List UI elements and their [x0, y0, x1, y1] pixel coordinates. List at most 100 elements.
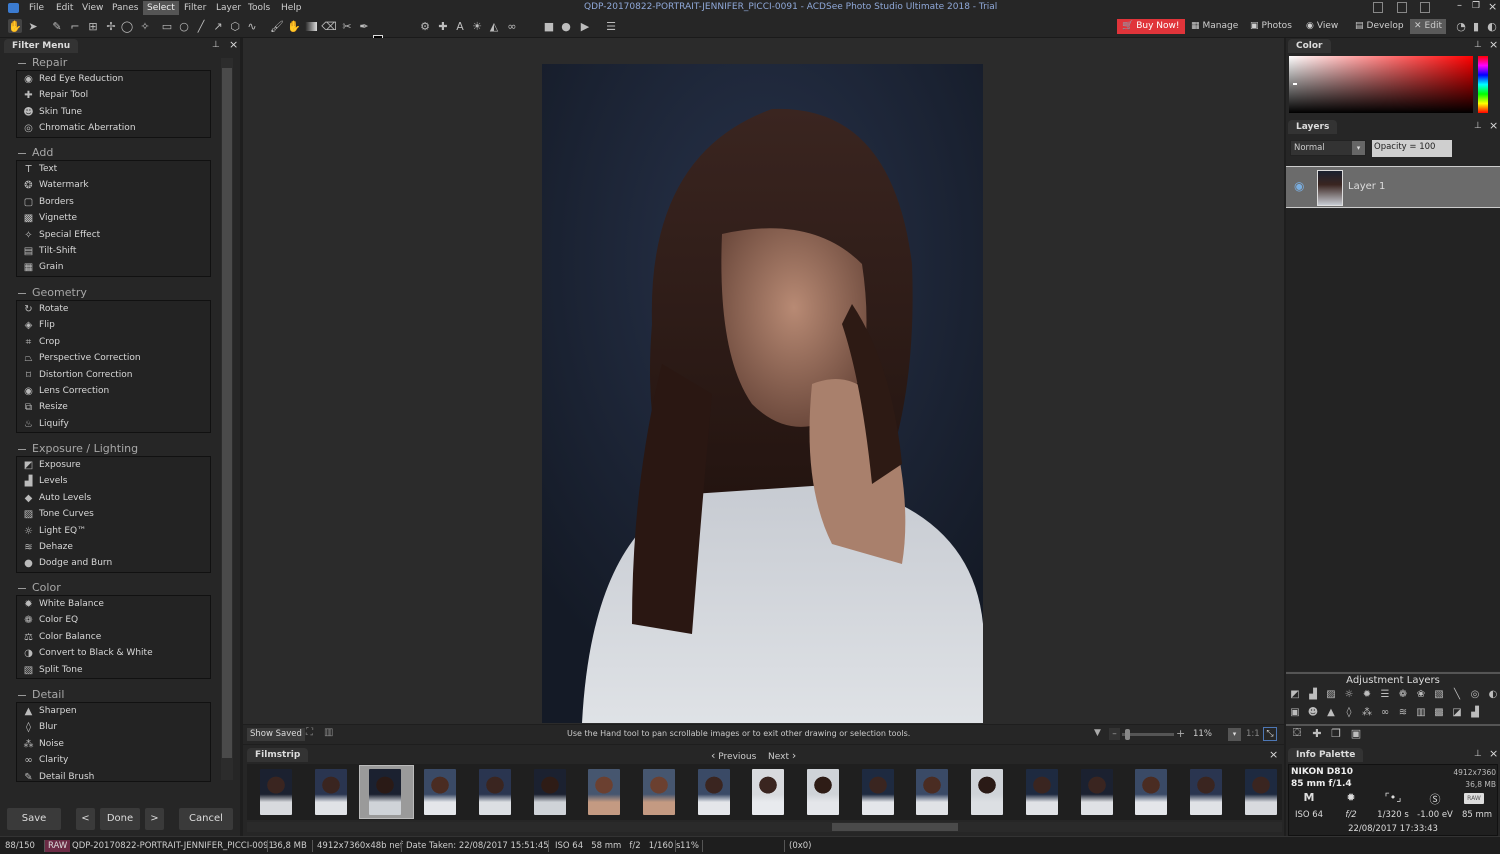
- adjustment-gradient-icon[interactable]: ▥: [1414, 705, 1428, 719]
- group-header-exposure-lighting[interactable]: Exposure / Lighting: [18, 442, 138, 456]
- mode-develop[interactable]: ▤ Develop: [1351, 19, 1408, 34]
- app-logo-icon[interactable]: [8, 3, 19, 13]
- layers-tab[interactable]: Layers: [1288, 120, 1338, 134]
- layer-visibility-eye-icon[interactable]: ◉: [1294, 179, 1304, 193]
- layers-close-icon[interactable]: ×: [1489, 119, 1498, 132]
- adjustment-bw-icon[interactable]: ◎: [1468, 687, 1482, 701]
- close-button[interactable]: ×: [1488, 0, 1497, 13]
- show-saved-button[interactable]: Show Saved: [247, 728, 305, 741]
- hand-tool-icon[interactable]: ✋: [8, 19, 22, 33]
- filmstrip-thumbnail[interactable]: [642, 769, 675, 815]
- restore-button[interactable]: ❐: [1472, 1, 1480, 11]
- filter-item-color-eq[interactable]: ❁ Color EQ: [17, 612, 210, 628]
- menu-edit[interactable]: Edit: [52, 1, 77, 15]
- filter-item-crop[interactable]: ⌗ Crop: [17, 334, 210, 350]
- filmstrip-scroll-thumb[interactable]: [832, 823, 958, 831]
- filmstrip-close-icon[interactable]: ×: [1269, 748, 1278, 761]
- filmstrip-thumbnail[interactable]: [807, 769, 839, 815]
- info-pin-icon[interactable]: ⊥: [1474, 749, 1482, 759]
- eyedropper-icon[interactable]: ✒: [357, 19, 371, 33]
- rectangle-tool-icon[interactable]: ▭: [160, 19, 174, 33]
- filmstrip-thumbnail[interactable]: [369, 769, 402, 815]
- adjustment-person-icon[interactable]: ☻: [1306, 705, 1320, 719]
- adjustment-split-tone-icon[interactable]: ▧: [1432, 687, 1446, 701]
- save-button[interactable]: Save: [7, 808, 61, 830]
- group-header-repair[interactable]: Repair: [18, 56, 67, 70]
- scroll-thumb[interactable]: [222, 68, 232, 758]
- filter-item-red-eye-reduction[interactable]: ◉ Red Eye Reduction: [17, 71, 210, 87]
- line-tool-icon[interactable]: ╱: [194, 19, 208, 33]
- color-close-icon[interactable]: ×: [1489, 38, 1498, 51]
- filter-item-clarity[interactable]: ∞ Clarity: [17, 752, 210, 768]
- binoculars-icon[interactable]: ∞: [505, 19, 519, 33]
- filter-item-lens-correction[interactable]: ◉ Lens Correction: [17, 383, 210, 399]
- adjustment-sharpen-icon[interactable]: ▲: [1324, 705, 1338, 719]
- select-edit-icon[interactable]: ✎: [50, 19, 64, 33]
- adjustment-dehaze-icon[interactable]: ≋: [1396, 705, 1410, 719]
- zoom-dropdown-button[interactable]: ▾: [1228, 728, 1241, 741]
- add-layer-icon[interactable]: ✚: [1310, 726, 1324, 740]
- filmstrip-thumbnail[interactable]: [752, 769, 785, 815]
- layout-bottom-icon[interactable]: [1397, 2, 1407, 13]
- close-panel-icon[interactable]: ×: [229, 38, 238, 51]
- next-image-button[interactable]: >: [145, 808, 164, 830]
- stop-record-icon[interactable]: ■: [542, 19, 556, 33]
- done-button[interactable]: Done: [100, 808, 140, 830]
- filmstrip-thumbnail[interactable]: [1189, 769, 1222, 815]
- adjustment-sliders-icon[interactable]: ☰: [1378, 687, 1392, 701]
- histogram-icon[interactable]: ▮: [1469, 19, 1483, 33]
- info-close-icon[interactable]: ×: [1489, 747, 1498, 760]
- transform-select-icon[interactable]: ⊞: [86, 19, 100, 33]
- color-picker-marker[interactable]: [1293, 83, 1297, 85]
- actual-size-button[interactable]: 1:1: [1246, 729, 1260, 739]
- filter-item-rotate[interactable]: ↻ Rotate: [17, 301, 210, 317]
- layer-mask-icon[interactable]: ▣: [1349, 726, 1363, 740]
- menu-help[interactable]: Help: [277, 1, 306, 15]
- filmstrip-thumbnail[interactable]: [1025, 769, 1058, 815]
- record-icon[interactable]: ●: [559, 19, 573, 33]
- menu-panes[interactable]: Panes: [108, 1, 142, 15]
- menu-file[interactable]: File: [25, 1, 48, 15]
- filter-item-vignette[interactable]: ▩ Vignette: [17, 210, 210, 226]
- adjustment-exposure-icon[interactable]: ◩: [1288, 687, 1302, 701]
- zoom-slider[interactable]: [1122, 729, 1174, 740]
- collapse-icon[interactable]: [18, 62, 26, 64]
- adjustment-color-balance-icon[interactable]: ❀: [1414, 687, 1428, 701]
- color-field[interactable]: [1289, 56, 1473, 113]
- lasso-icon[interactable]: ◯: [120, 19, 134, 33]
- adjustment-curve-icon[interactable]: ▟: [1468, 705, 1482, 719]
- zoom-out-button[interactable]: –: [1109, 728, 1120, 740]
- zoom-presets-icon[interactable]: ▼: [1094, 728, 1101, 738]
- collapse-icon[interactable]: [18, 587, 26, 589]
- mode-view[interactable]: ◉ View: [1302, 19, 1342, 34]
- menu-tools[interactable]: Tools: [244, 1, 274, 15]
- filmstrip-thumbnail[interactable]: [424, 769, 457, 815]
- filter-item-liquify[interactable]: ♨ Liquify: [17, 416, 210, 432]
- bezier-tool-icon[interactable]: ∿: [245, 19, 259, 33]
- filmstrip-thumbnail[interactable]: [1080, 769, 1113, 815]
- filter-item-repair-tool[interactable]: ✚ Repair Tool: [17, 87, 210, 103]
- color-tab[interactable]: Color: [1288, 39, 1331, 53]
- dashboard-icon[interactable]: ◔: [1454, 19, 1468, 33]
- adjustment-vignette-icon[interactable]: ▩: [1432, 705, 1446, 719]
- cancel-button[interactable]: Cancel: [179, 808, 233, 830]
- filter-item-watermark[interactable]: ❂ Watermark: [17, 177, 210, 193]
- filmstrip-previous[interactable]: ‹ Previous: [711, 749, 756, 762]
- group-header-color[interactable]: Color: [18, 581, 61, 595]
- move-tool-icon[interactable]: ➤: [26, 19, 40, 33]
- inspect-icon[interactable]: ⚙: [418, 19, 432, 33]
- filter-item-split-tone[interactable]: ▧ Split Tone: [17, 662, 210, 678]
- pin-icon[interactable]: ⊥: [212, 40, 220, 50]
- filter-item-tone-curves[interactable]: ▨ Tone Curves: [17, 506, 210, 522]
- filter-item-blur[interactable]: ◊ Blur: [17, 719, 210, 735]
- blend-mode-select[interactable]: Normal ▾: [1290, 140, 1366, 156]
- zoom-value[interactable]: 11%: [1193, 729, 1212, 739]
- filmstrip-thumbnail[interactable]: [260, 769, 292, 815]
- filmstrip-thumbnail[interactable]: [478, 769, 511, 815]
- previous-image-button[interactable]: <: [76, 808, 95, 830]
- menu-layer[interactable]: Layer: [212, 1, 245, 15]
- filmstrip-thumbnail[interactable]: [588, 769, 621, 815]
- filter-item-light-eq[interactable]: ☼ Light EQ™: [17, 523, 210, 539]
- actions-list-icon[interactable]: ☰: [604, 19, 618, 33]
- filter-item-skin-tune[interactable]: ☻ Skin Tune: [17, 104, 210, 120]
